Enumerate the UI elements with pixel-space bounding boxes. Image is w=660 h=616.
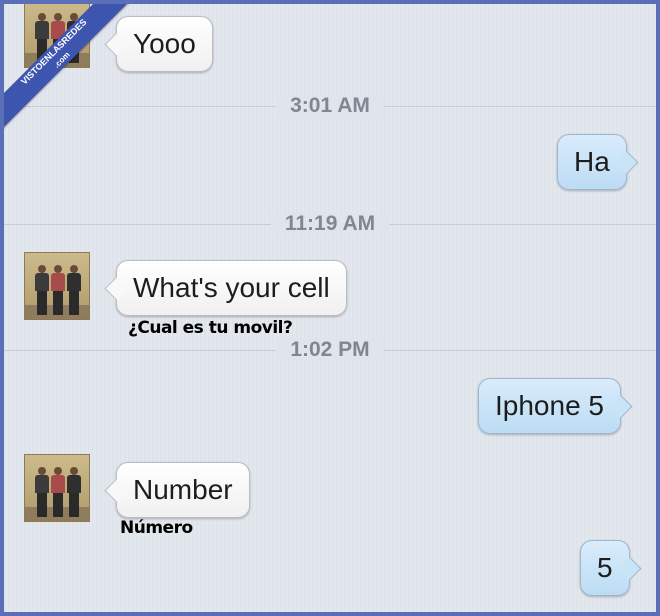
message-text: Yooo: [133, 28, 196, 59]
message-text: Ha: [574, 146, 610, 177]
translation-caption: Número: [120, 518, 193, 538]
message-text: Number: [133, 474, 233, 505]
incoming-message[interactable]: Number: [104, 462, 250, 518]
timestamp: 11:19 AM: [4, 212, 656, 236]
timestamp: 3:01 AM: [4, 94, 656, 118]
incoming-message[interactable]: What's your cell: [104, 260, 347, 316]
outgoing-message[interactable]: Ha: [557, 134, 639, 190]
outgoing-message[interactable]: 5: [580, 540, 642, 596]
message-text: 5: [597, 552, 613, 583]
incoming-message[interactable]: Yooo: [104, 16, 213, 72]
message-text: Iphone 5: [495, 390, 604, 421]
timestamp: 1:02 PM: [4, 338, 656, 362]
message-text: What's your cell: [133, 272, 330, 303]
contact-avatar[interactable]: [24, 252, 90, 320]
conversation-view[interactable]: VISTOENLASREDES .com Yooo 3:01 AM Ha 11:…: [0, 0, 660, 616]
outgoing-message[interactable]: Iphone 5: [478, 378, 633, 434]
translation-caption: ¿Cual es tu movil?: [128, 318, 293, 338]
contact-avatar[interactable]: [24, 454, 90, 522]
